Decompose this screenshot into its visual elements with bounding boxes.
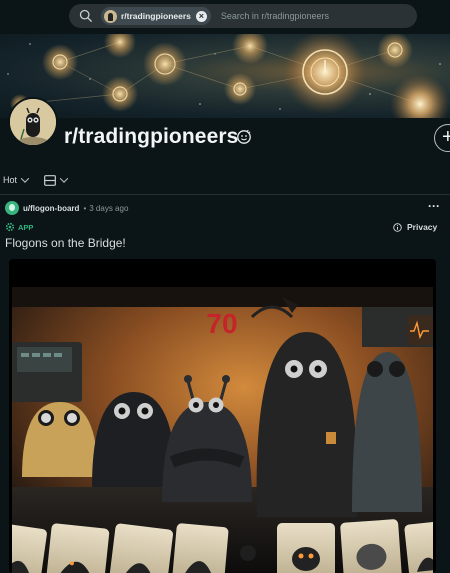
post-media[interactable]: 70 [9,259,436,573]
community-chip-avatar [104,9,117,23]
post-time: 3 days ago [89,203,129,213]
post-author-avatar[interactable] [5,201,19,215]
app-gear-icon [5,222,15,232]
game-score: 70 [206,308,237,339]
post-title[interactable]: Flogons on the Bridge! [5,236,126,250]
mod-shield-icon[interactable] [236,129,252,145]
plus-icon[interactable]: + [434,124,450,152]
community-avatar[interactable] [8,97,58,147]
game-scene[interactable]: 70 [12,287,433,573]
flogon-avatar-art [10,99,56,145]
post-meta: u/flogon-board • 3 days ago [5,201,128,215]
banner-artwork [7,34,450,118]
privacy-label: Privacy [407,222,438,232]
search-bar[interactable]: r/tradingpioneers × Search in r/tradingp… [69,4,417,28]
sort-row: Hot [0,170,450,190]
sort-dropdown[interactable]: Hot [3,174,30,185]
meta-separator: • [83,203,87,213]
view-toggle[interactable] [44,174,69,186]
post-author[interactable]: u/flogon-board [23,204,79,213]
chevron-down-icon [59,174,69,183]
info-icon [393,222,402,232]
community-title: r/tradingpioneers [64,125,239,148]
search-icon [79,9,92,22]
search-input[interactable]: Search in r/tradingpioneers [221,11,329,21]
card-row [12,519,433,573]
more-dots-icon[interactable]: ··· [428,200,440,212]
privacy-link[interactable]: Privacy [393,222,437,232]
divider [0,194,450,195]
top-bar: r/tradingpioneers × Search in r/tradingp… [0,0,450,34]
community-banner [0,34,450,118]
app-badge: APP [5,222,33,232]
community-chip-label: r/tradingpioneers [121,11,191,21]
close-icon[interactable]: × [195,10,207,22]
chevron-down-icon [20,174,30,183]
community-chip[interactable]: r/tradingpioneers × [101,7,211,25]
app-badge-label: APP [18,222,34,232]
sort-label: Hot [3,175,18,185]
card-view-icon [44,174,56,186]
